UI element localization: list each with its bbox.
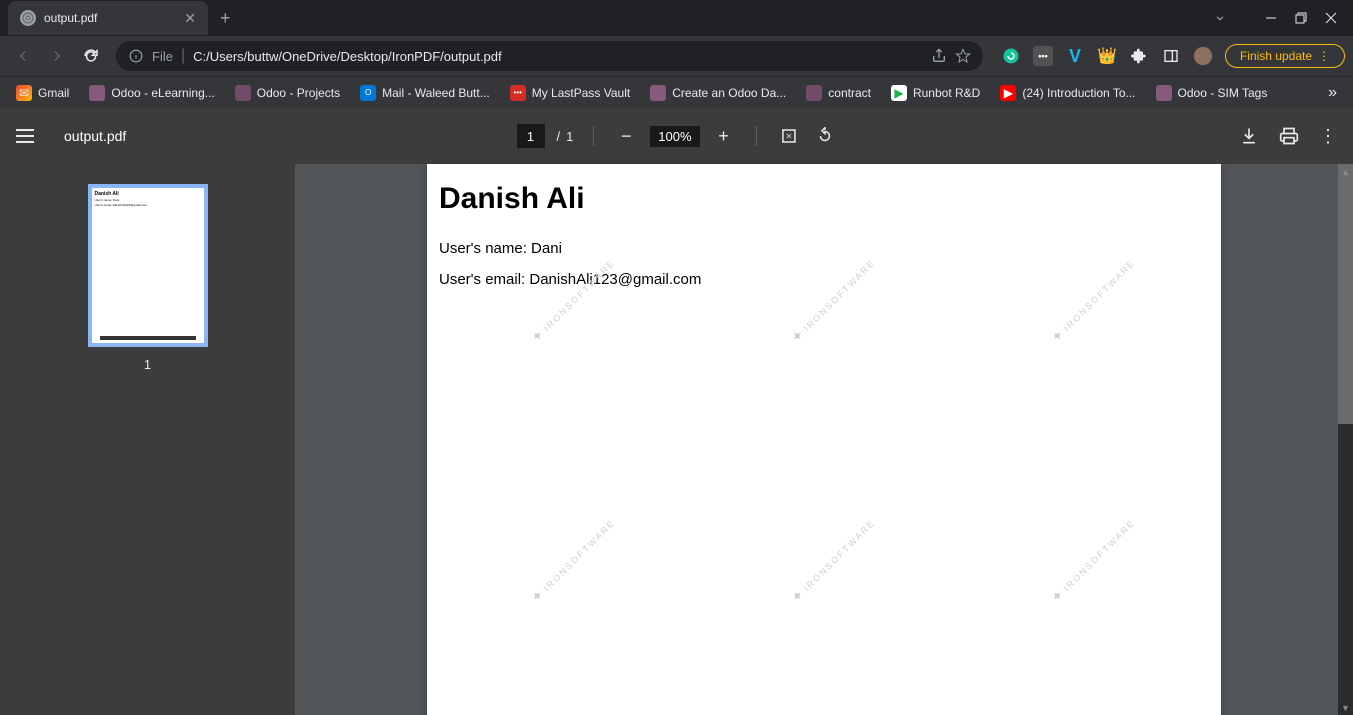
- odoo-icon: [806, 85, 822, 101]
- close-icon[interactable]: [1325, 12, 1337, 24]
- address-bar: File | C:/Users/buttw/OneDrive/Desktop/I…: [0, 36, 1353, 76]
- bookmark-odoo-elearning[interactable]: Odoo - eLearning...: [81, 81, 222, 105]
- gmail-icon: ✉: [16, 85, 32, 101]
- pdf-menu-icon[interactable]: [16, 124, 40, 148]
- youtube-icon: ▶: [1000, 85, 1016, 101]
- back-button[interactable]: [8, 41, 38, 71]
- url-separator: |: [181, 47, 185, 65]
- bookmark-runbot[interactable]: ▶Runbot R&D: [883, 81, 988, 105]
- pdf-filename: output.pdf: [64, 128, 126, 144]
- page-number-input[interactable]: [516, 124, 544, 148]
- scroll-down-icon[interactable]: ▼: [1338, 700, 1353, 715]
- pdf-viewer: Danish Ali User's name: Dani User's emai…: [0, 164, 1353, 715]
- window-controls: [1197, 0, 1353, 36]
- page-area[interactable]: Danish Ali User's name: Dani User's emai…: [295, 164, 1353, 715]
- bookmark-contract[interactable]: contract: [798, 81, 879, 105]
- thumbnail-panel: Danish Ali User's name: Dani User's emai…: [0, 164, 295, 715]
- bookmarks-bar: ✉Gmail Odoo - eLearning... Odoo - Projec…: [0, 76, 1353, 108]
- toolbar-divider: [593, 126, 594, 146]
- url-field[interactable]: File | C:/Users/buttw/OneDrive/Desktop/I…: [116, 41, 983, 71]
- bookmark-odoo-projects[interactable]: Odoo - Projects: [227, 81, 348, 105]
- document-line-2: User's email: DanishAli123@gmail.com: [439, 271, 1209, 288]
- lastpass-icon[interactable]: •••: [1033, 46, 1053, 66]
- zoom-out-button[interactable]: −: [614, 124, 638, 148]
- document-heading: Danish Ali: [439, 182, 1209, 216]
- profile-avatar-icon[interactable]: [1193, 46, 1213, 66]
- browser-titlebar: output.pdf ✕ +: [0, 0, 1353, 36]
- odoo-icon: [1156, 85, 1172, 101]
- vertical-scrollbar[interactable]: ▲ ▼: [1338, 164, 1353, 715]
- grammarly-icon[interactable]: [1001, 46, 1021, 66]
- finish-update-button[interactable]: Finish update ⋮: [1225, 44, 1345, 68]
- thumbnail-number: 1: [144, 357, 151, 372]
- bookmark-lastpass[interactable]: •••My LastPass Vault: [502, 81, 638, 105]
- fit-page-icon[interactable]: [777, 124, 801, 148]
- page-total: 1: [566, 129, 573, 144]
- outlook-icon: O: [360, 85, 376, 101]
- odoo-icon: [89, 85, 105, 101]
- print-icon[interactable]: [1279, 126, 1299, 146]
- tab-favicon-icon: [20, 10, 36, 26]
- bookmark-odoo-sim[interactable]: Odoo - SIM Tags: [1148, 81, 1276, 105]
- more-icon: ⋮: [1318, 49, 1330, 63]
- toolbar-divider: [756, 126, 757, 146]
- bookmarks-overflow-icon[interactable]: »: [1320, 84, 1345, 102]
- zoom-in-button[interactable]: +: [712, 124, 736, 148]
- page-separator: /: [556, 129, 560, 144]
- forward-button[interactable]: [42, 41, 72, 71]
- url-path: C:/Users/buttw/OneDrive/Desktop/IronPDF/…: [193, 49, 923, 64]
- rotate-icon[interactable]: [813, 124, 837, 148]
- scroll-up-icon[interactable]: ▲: [1338, 164, 1353, 179]
- odoo-icon: [650, 85, 666, 101]
- new-tab-button[interactable]: +: [220, 8, 231, 29]
- extension-icons: ••• V 👑: [993, 46, 1221, 66]
- browser-tab[interactable]: output.pdf ✕: [8, 1, 208, 35]
- pdf-toolbar: output.pdf / 1 − 100% + ⋮: [0, 108, 1353, 164]
- bookmark-odoo-create[interactable]: Create an Odoo Da...: [642, 81, 794, 105]
- page-thumbnail[interactable]: Danish Ali User's name: Dani User's emai…: [88, 184, 208, 347]
- minimize-icon[interactable]: [1265, 12, 1277, 24]
- maximize-icon[interactable]: [1295, 12, 1307, 24]
- extension-icon[interactable]: 👑: [1097, 46, 1117, 66]
- download-icon[interactable]: [1239, 126, 1259, 146]
- runbot-icon: ▶: [891, 85, 907, 101]
- vimeo-icon[interactable]: V: [1065, 46, 1085, 66]
- bookmark-star-icon[interactable]: [955, 48, 971, 64]
- extensions-menu-icon[interactable]: [1129, 46, 1149, 66]
- zoom-level[interactable]: 100%: [650, 126, 699, 147]
- tab-search-icon[interactable]: [1213, 11, 1227, 25]
- bookmark-youtube[interactable]: ▶(24) Introduction To...: [992, 81, 1143, 105]
- odoo-icon: [235, 85, 251, 101]
- tab-title: output.pdf: [44, 11, 176, 25]
- bookmark-gmail[interactable]: ✉Gmail: [8, 81, 77, 105]
- scroll-thumb[interactable]: [1338, 164, 1353, 424]
- tab-close-icon[interactable]: ✕: [184, 10, 196, 27]
- url-scheme: File: [152, 49, 173, 64]
- site-info-icon[interactable]: [128, 48, 144, 64]
- sidepanel-icon[interactable]: [1161, 46, 1181, 66]
- bookmark-outlook[interactable]: OMail - Waleed Butt...: [352, 81, 498, 105]
- pdf-more-icon[interactable]: ⋮: [1319, 126, 1337, 147]
- share-icon[interactable]: [931, 48, 947, 64]
- lastpass-icon: •••: [510, 85, 526, 101]
- pdf-page: Danish Ali User's name: Dani User's emai…: [427, 164, 1221, 715]
- finish-update-label: Finish update: [1240, 49, 1312, 63]
- document-line-1: User's name: Dani: [439, 240, 1209, 257]
- reload-button[interactable]: [76, 41, 106, 71]
